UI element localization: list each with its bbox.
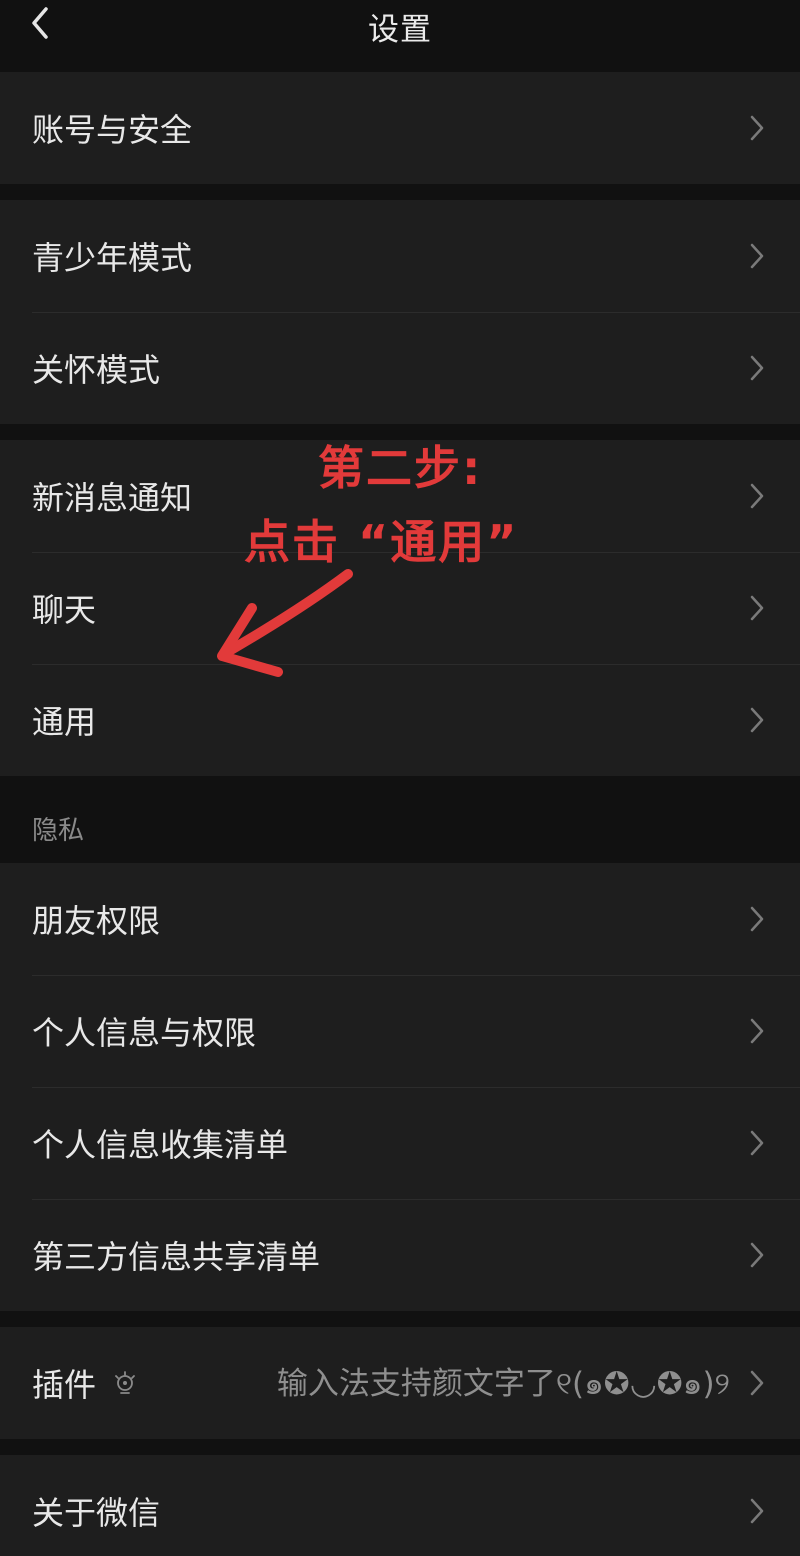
chevron-right-icon: [750, 1018, 764, 1044]
chevron-right-icon: [750, 707, 764, 733]
row-friend-permissions[interactable]: 朋友权限: [0, 863, 800, 975]
group-plugin: 插件 输入法支持颜文字了୧(๑✪◡✪๑)୨: [0, 1327, 800, 1439]
row-account-security[interactable]: 账号与安全: [0, 72, 800, 184]
group-about: 关于微信: [0, 1455, 800, 1556]
chevron-right-icon: [750, 1242, 764, 1268]
row-general[interactable]: 通用: [0, 664, 800, 776]
chevron-right-icon: [750, 243, 764, 269]
row-label: 关于微信: [32, 1494, 161, 1532]
row-third-party-sharing[interactable]: 第三方信息共享清单: [0, 1199, 800, 1311]
group-account: 账号与安全: [0, 72, 800, 184]
row-label: 新消息通知: [32, 479, 193, 517]
row-chat[interactable]: 聊天: [0, 552, 800, 664]
row-label: 通用: [32, 703, 97, 741]
chevron-right-icon: [750, 355, 764, 381]
row-label: 聊天: [32, 591, 97, 629]
group-privacy: 朋友权限 个人信息与权限 个人信息收集清单 第三方信息共享清单: [0, 863, 800, 1311]
row-label: 账号与安全: [32, 111, 193, 149]
section-title-privacy: 隐私: [32, 816, 85, 846]
chevron-right-icon: [750, 595, 764, 621]
row-label: 个人信息与权限: [32, 1014, 257, 1052]
row-label: 青少年模式: [32, 239, 193, 277]
chevron-right-icon: [750, 483, 764, 509]
row-notifications[interactable]: 新消息通知: [0, 440, 800, 552]
row-about-wechat[interactable]: 关于微信: [0, 1455, 800, 1556]
bulb-icon: [115, 1371, 135, 1394]
chevron-right-icon: [750, 1370, 764, 1396]
row-label: 第三方信息共享清单: [32, 1238, 321, 1276]
row-label: 个人信息收集清单: [32, 1126, 289, 1164]
row-care-mode[interactable]: 关怀模式: [0, 312, 800, 424]
top-bar: 设置: [0, 0, 800, 68]
chevron-right-icon: [750, 1498, 764, 1524]
row-info-collection-list[interactable]: 个人信息收集清单: [0, 1087, 800, 1199]
row-personal-info[interactable]: 个人信息与权限: [0, 975, 800, 1087]
group-general: 新消息通知 聊天 通用: [0, 440, 800, 776]
chevron-right-icon: [750, 906, 764, 932]
chevron-right-icon: [750, 115, 764, 141]
row-label: 朋友权限: [32, 902, 161, 940]
plugin-tip: 输入法支持颜文字了୧(๑✪◡✪๑)୨: [276, 1366, 730, 1402]
group-modes: 青少年模式 关怀模式: [0, 200, 800, 424]
row-label: 关怀模式: [32, 351, 161, 389]
row-label: 插件: [32, 1366, 97, 1404]
row-teen-mode[interactable]: 青少年模式: [0, 200, 800, 312]
chevron-right-icon: [750, 1130, 764, 1156]
page-title: 设置: [368, 12, 432, 48]
row-plugins[interactable]: 插件 输入法支持颜文字了୧(๑✪◡✪๑)୨: [0, 1327, 800, 1439]
